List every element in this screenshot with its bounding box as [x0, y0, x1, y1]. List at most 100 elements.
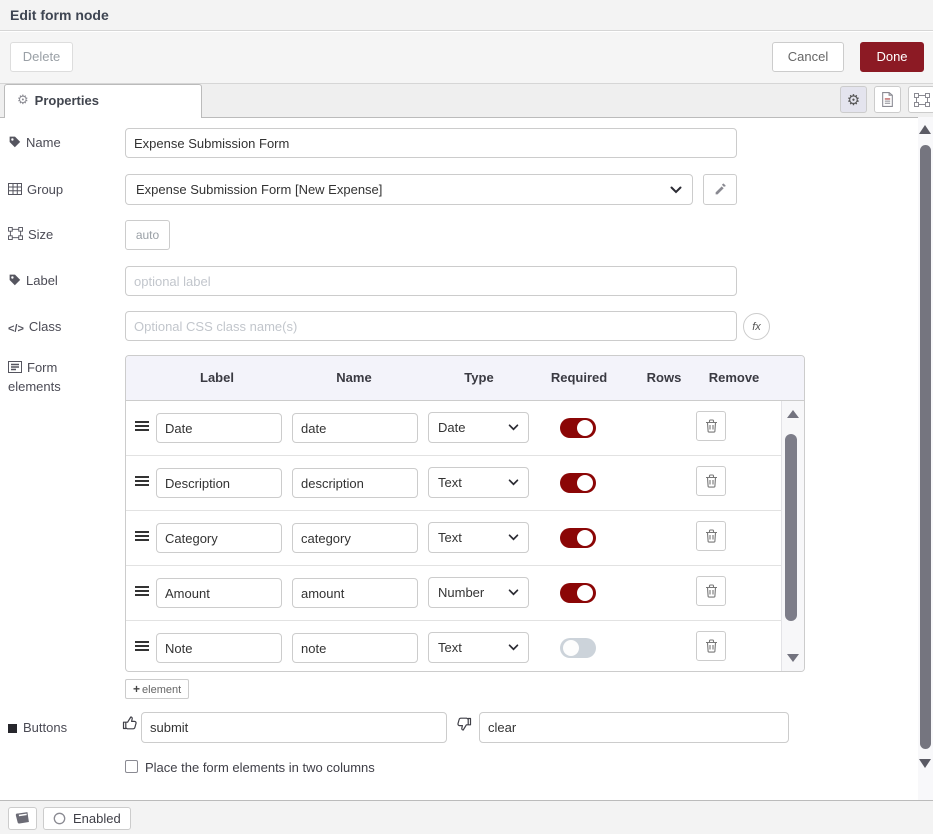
chevron-down-icon	[670, 186, 682, 194]
status-circle-icon	[53, 812, 66, 825]
form-elements-table: Label Name Type Required Rows Remove Dat…	[125, 355, 805, 672]
dialog-title: Edit form node	[0, 0, 933, 31]
list-icon	[8, 361, 22, 373]
element-type-select[interactable]: Number	[428, 577, 529, 608]
cancel-button[interactable]: Cancel	[772, 42, 844, 72]
delete-button[interactable]: Delete	[10, 42, 73, 72]
node-help-button[interactable]	[8, 807, 37, 830]
chevron-down-icon	[508, 479, 519, 486]
element-type-value: Text	[438, 530, 462, 545]
edit-form-node-dialog: Edit form node Delete Cancel Done ⚙Prope…	[0, 0, 933, 834]
dialog-scrollbar[interactable]	[918, 117, 933, 800]
scrollbar-thumb[interactable]	[920, 145, 931, 749]
add-element-button[interactable]: +element	[125, 679, 189, 699]
drag-handle-icon[interactable]	[135, 531, 149, 543]
scrollbar-thumb[interactable]	[785, 434, 797, 621]
class-field-label: </>Class	[8, 319, 61, 335]
drag-handle-icon[interactable]	[135, 421, 149, 433]
column-header-label: Label	[200, 356, 234, 400]
trash-icon	[705, 529, 718, 543]
toggle-knob	[577, 420, 593, 436]
name-input[interactable]	[125, 128, 737, 158]
submit-button-text-input[interactable]	[141, 712, 447, 743]
element-label-input[interactable]	[156, 413, 282, 443]
drag-handle-icon[interactable]	[135, 476, 149, 488]
element-label-input[interactable]	[156, 578, 282, 608]
element-type-value: Text	[438, 640, 462, 655]
element-type-select[interactable]: Text	[428, 467, 529, 498]
chevron-down-icon	[508, 424, 519, 431]
book-icon	[15, 812, 30, 825]
element-type-select[interactable]: Text	[428, 632, 529, 663]
form-elements-table-body: Date Text Text	[126, 401, 804, 671]
description-tab-button[interactable]	[874, 86, 901, 113]
element-name-input[interactable]	[292, 468, 418, 498]
two-columns-checkbox[interactable]	[125, 760, 138, 773]
group-select-value: Expense Submission Form [New Expense]	[136, 182, 382, 197]
table-row: Text	[126, 511, 781, 566]
class-input[interactable]	[125, 311, 737, 341]
trash-icon	[705, 584, 718, 598]
scroll-up-arrow-icon[interactable]	[787, 410, 799, 418]
scroll-up-arrow-icon[interactable]	[919, 125, 931, 134]
element-type-select[interactable]: Date	[428, 412, 529, 443]
done-button[interactable]: Done	[860, 42, 924, 72]
thumbs-up-icon	[122, 715, 138, 731]
element-type-select[interactable]: Text	[428, 522, 529, 553]
table-row: Number	[126, 566, 781, 621]
required-toggle[interactable]	[560, 583, 596, 603]
required-toggle[interactable]	[560, 528, 596, 548]
object-group-icon	[8, 227, 23, 240]
trash-button[interactable]	[696, 466, 726, 496]
element-name-input[interactable]	[292, 578, 418, 608]
chevron-down-icon	[508, 589, 519, 596]
name-field-label: Name	[8, 135, 61, 150]
scroll-down-arrow-icon[interactable]	[919, 759, 931, 768]
code-icon: </>	[8, 323, 24, 335]
trash-button[interactable]	[696, 521, 726, 551]
clear-button-text-input[interactable]	[479, 712, 789, 743]
toggle-knob	[577, 475, 593, 491]
required-toggle[interactable]	[560, 638, 596, 658]
document-icon	[881, 92, 894, 107]
tab-properties[interactable]: ⚙Properties	[4, 84, 202, 118]
drag-handle-icon[interactable]	[135, 586, 149, 598]
gear-icon: ⚙	[17, 85, 29, 117]
element-type-value: Date	[438, 420, 465, 435]
node-enabled-toggle[interactable]: Enabled	[43, 807, 131, 830]
element-label-input[interactable]	[156, 633, 282, 663]
element-name-input[interactable]	[292, 633, 418, 663]
group-field-label: Group	[8, 182, 63, 197]
class-dynamic-button[interactable]: fx	[743, 313, 770, 340]
required-toggle[interactable]	[560, 418, 596, 438]
column-header-required: Required	[551, 356, 607, 400]
tag-icon	[8, 273, 21, 286]
element-name-input[interactable]	[292, 523, 418, 553]
size-field-label: Size	[8, 227, 53, 242]
appearance-tab-button[interactable]	[908, 86, 933, 113]
drag-handle-icon[interactable]	[135, 641, 149, 653]
trash-button[interactable]	[696, 576, 726, 606]
properties-tab-button[interactable]: ⚙	[840, 86, 867, 113]
table-icon	[8, 183, 22, 195]
trash-icon	[705, 474, 718, 488]
group-select[interactable]: Expense Submission Form [New Expense]	[125, 174, 693, 205]
trash-button[interactable]	[696, 411, 726, 441]
scroll-down-arrow-icon[interactable]	[787, 654, 799, 662]
trash-button[interactable]	[696, 631, 726, 661]
element-label-input[interactable]	[156, 523, 282, 553]
element-type-value: Text	[438, 475, 462, 490]
size-auto-button[interactable]: auto	[125, 220, 170, 250]
element-name-input[interactable]	[292, 413, 418, 443]
object-group-icon	[914, 93, 930, 107]
table-scrollbar[interactable]	[781, 401, 804, 671]
column-header-type: Type	[464, 356, 493, 400]
plus-icon: +	[133, 682, 140, 696]
chevron-down-icon	[508, 534, 519, 541]
label-input[interactable]	[125, 266, 737, 296]
table-row: Text	[126, 621, 781, 671]
required-toggle[interactable]	[560, 473, 596, 493]
edit-group-button[interactable]	[703, 174, 737, 205]
element-label-input[interactable]	[156, 468, 282, 498]
form-elements-table-header: Label Name Type Required Rows Remove	[126, 356, 804, 401]
